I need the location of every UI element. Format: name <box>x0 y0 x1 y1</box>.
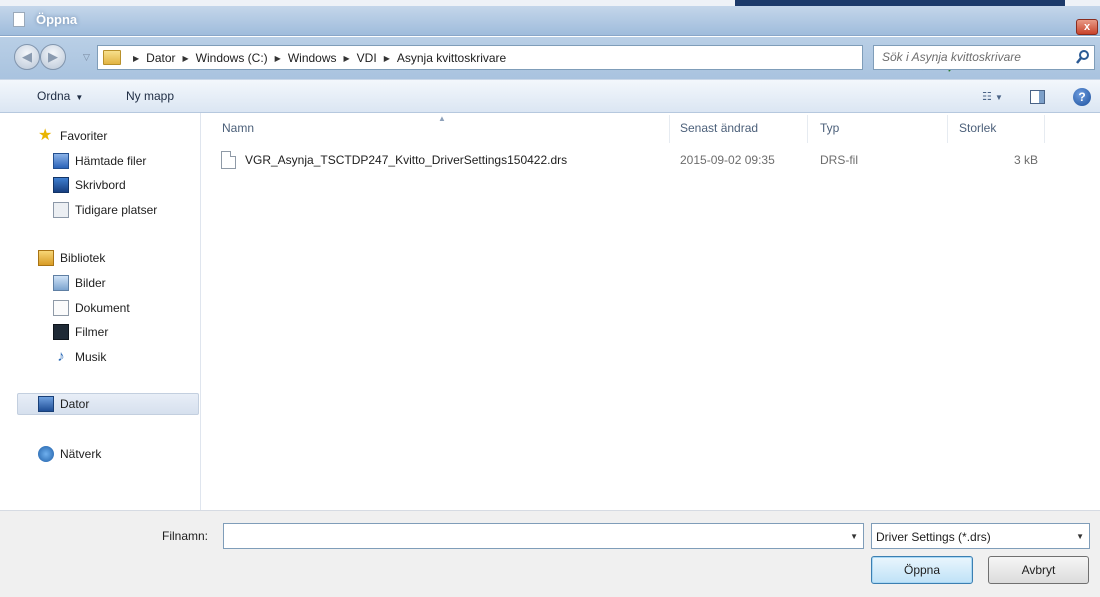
file-size: 3 kB <box>1013 153 1038 167</box>
filetype-value: Driver Settings (*.drs) <box>876 530 991 544</box>
cancel-button[interactable]: Avbryt <box>988 556 1089 584</box>
open-button[interactable]: Öppna <box>871 556 973 584</box>
organize-label: Ordna <box>37 89 71 103</box>
nav-label: Bibliotek <box>60 251 106 265</box>
nav-favorites[interactable]: ★ Favoriter <box>38 125 107 147</box>
nav-desktop[interactable]: Skrivbord <box>53 174 126 196</box>
chevron-right-icon[interactable]: ▶ <box>275 54 281 63</box>
search-box[interactable] <box>873 45 1095 70</box>
nav-libraries[interactable]: Bibliotek <box>38 247 105 269</box>
nav-downloads[interactable]: Hämtade filer <box>53 150 146 172</box>
file-type: DRS-fil <box>820 153 858 167</box>
nav-label: Favoriter <box>60 129 108 143</box>
column-divider[interactable] <box>1044 115 1045 143</box>
file-icon <box>221 151 236 169</box>
network-icon <box>38 446 54 462</box>
document-icon <box>13 12 25 27</box>
nav-label: Skrivbord <box>75 178 126 192</box>
desktop-icon <box>53 177 69 193</box>
forward-button[interactable]: ▶ <box>40 44 66 70</box>
address-bar[interactable]: ▶ Dator ▶ Windows (C:) ▶ Windows ▶ VDI ▶… <box>97 45 952 74</box>
command-bar: Ordna ▼ Ny mapp ☷ ▼ ? <box>0 79 1100 113</box>
help-icon[interactable]: ? <box>1073 88 1091 106</box>
music-note-icon: ♪ <box>57 348 65 365</box>
organize-menu[interactable]: Ordna ▼ <box>37 89 83 103</box>
breadcrumb: ▶ Dator ▶ Windows (C:) ▶ Windows ▶ VDI ▶… <box>126 50 506 66</box>
breadcrumb-item[interactable]: Windows <box>288 51 337 65</box>
filename-combobox[interactable]: ▼ <box>223 523 864 549</box>
nav-videos[interactable]: Filmer <box>53 321 108 343</box>
column-divider[interactable] <box>669 115 670 143</box>
filetype-select[interactable]: Driver Settings (*.drs) ▼ <box>871 523 1090 549</box>
breadcrumb-item[interactable]: Windows (C:) <box>196 51 268 65</box>
new-folder-button[interactable]: Ny mapp <box>126 89 174 103</box>
download-folder-icon <box>53 153 69 169</box>
search-icon[interactable] <box>1075 49 1091 65</box>
chevron-right-icon[interactable]: ▶ <box>384 54 390 63</box>
back-button[interactable]: ◀ <box>14 44 40 70</box>
breadcrumb-item[interactable]: Dator <box>146 51 175 65</box>
navigation-pane: ★ Favoriter Hämtade filer Skrivbord Tidig… <box>0 113 201 510</box>
column-header-date[interactable]: Senast ändrad <box>680 121 758 135</box>
column-header-size[interactable]: Storlek <box>959 121 996 135</box>
nav-computer[interactable]: Dator <box>17 393 199 415</box>
filename-input[interactable] <box>224 524 834 548</box>
nav-pictures[interactable]: Bilder <box>53 272 106 294</box>
sort-ascending-icon: ▲ <box>438 114 446 123</box>
chevron-down-icon[interactable]: ▼ <box>1076 532 1084 541</box>
file-list: ▲ Namn Senast ändrad Typ Storlek VGR_Asy… <box>201 113 1100 510</box>
nav-label: Musik <box>75 350 107 364</box>
column-header-type[interactable]: Typ <box>820 121 839 135</box>
view-options-icon[interactable]: ☷ ▼ <box>982 90 1014 106</box>
nav-label: Dator <box>60 397 90 411</box>
search-input[interactable] <box>874 46 1064 68</box>
nav-recent-places[interactable]: Tidigare platser <box>53 199 157 221</box>
nav-label: Hämtade filer <box>75 154 147 168</box>
recent-locations-dropdown[interactable]: ▽ <box>83 52 90 63</box>
computer-icon <box>38 396 54 412</box>
chevron-right-icon[interactable]: ▶ <box>344 54 350 63</box>
chevron-down-icon[interactable]: ▼ <box>850 532 858 541</box>
film-icon <box>53 324 69 340</box>
chevron-down-icon: ▼ <box>75 93 84 102</box>
filename-label: Filnamn: <box>162 529 209 543</box>
nav-music[interactable]: ♪ Musik <box>53 346 106 368</box>
chevron-right-icon[interactable]: ▶ <box>183 54 189 63</box>
nav-label: Bilder <box>75 276 106 290</box>
nav-label: Dokument <box>75 301 130 315</box>
column-divider[interactable] <box>947 115 948 143</box>
table-row[interactable]: VGR_Asynja_TSCTDP247_Kvitto_DriverSettin… <box>215 148 1065 172</box>
column-header-name[interactable]: Namn <box>222 121 254 135</box>
nav-documents[interactable]: Dokument <box>53 297 130 319</box>
file-date: 2015-09-02 09:35 <box>680 153 775 167</box>
address-row: ◀ ▶ ▽ ▶ Dator ▶ Windows (C:) ▶ Windows ▶… <box>0 37 1100 79</box>
file-name: VGR_Asynja_TSCTDP247_Kvitto_DriverSettin… <box>245 153 568 167</box>
pictures-icon <box>53 275 69 291</box>
window-title: Öppna <box>36 12 78 27</box>
document-icon <box>53 300 69 316</box>
recent-places-icon <box>53 202 69 218</box>
star-icon: ★ <box>38 127 53 144</box>
nav-label: Filmer <box>75 325 109 339</box>
library-icon <box>38 250 54 266</box>
chevron-right-icon[interactable]: ▶ <box>133 54 139 63</box>
preview-pane-icon[interactable] <box>1030 90 1045 104</box>
folder-icon <box>103 50 121 65</box>
view-glyph: ☷ <box>982 91 992 103</box>
title-bar: Öppna x <box>0 6 1100 36</box>
nav-label: Tidigare platser <box>75 203 158 217</box>
breadcrumb-item[interactable]: Asynja kvittoskrivare <box>397 51 506 65</box>
nav-network[interactable]: Nätverk <box>38 443 101 465</box>
column-divider[interactable] <box>807 115 808 143</box>
breadcrumb-item[interactable]: VDI <box>357 51 377 65</box>
bottom-panel: Filnamn: ▼ Driver Settings (*.drs) ▼ Öpp… <box>0 510 1100 597</box>
nav-label: Nätverk <box>60 447 102 461</box>
close-button[interactable]: x <box>1076 19 1098 35</box>
